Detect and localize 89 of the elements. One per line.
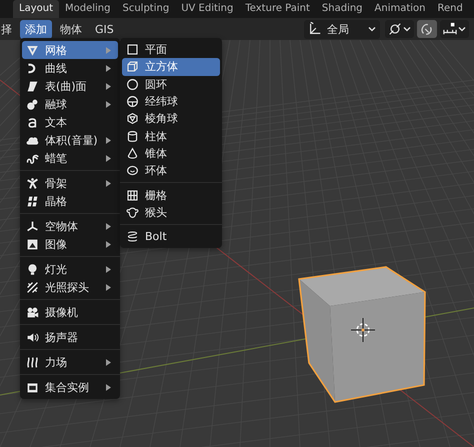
square-icon <box>126 43 139 56</box>
circle-icon <box>126 78 139 91</box>
submenu-arrow-icon <box>106 136 111 144</box>
menu-item[interactable]: 文本 <box>22 113 118 131</box>
menu-item[interactable]: 柱体 <box>122 127 220 145</box>
submenu-arrow-icon <box>106 82 111 90</box>
menu-item[interactable]: 晶格 <box>22 192 118 210</box>
caret-icon <box>458 25 466 33</box>
workspace-tab[interactable]: Rend <box>432 0 469 18</box>
submenu-arrow-icon <box>106 284 111 290</box>
menu-item[interactable]: 经纬球 <box>122 92 220 110</box>
workspace-tab[interactable]: Texture Paint <box>239 0 316 18</box>
axes-icon <box>308 22 322 36</box>
header-menu[interactable]: GIS <box>90 20 119 38</box>
submenu-arrow-icon <box>106 154 111 162</box>
submenu-arrow-icon <box>106 100 111 108</box>
menu-item[interactable]: 锥体 <box>122 144 220 162</box>
text-icon <box>26 116 39 128</box>
cursor-icon <box>350 318 376 342</box>
menu-item[interactable]: 摄像机 <box>22 303 118 321</box>
box-icon <box>26 380 39 394</box>
header-menu[interactable]: 择 <box>0 20 17 38</box>
menu-item[interactable]: 空物体 <box>22 217 118 235</box>
speaker-icon <box>26 330 39 344</box>
header-menu[interactable]: 物体 <box>55 20 87 38</box>
menu-item[interactable]: 融球 <box>22 95 118 113</box>
submenu-arrow-icon <box>106 64 111 72</box>
submenu-arrow-icon <box>106 266 111 272</box>
menu-item[interactable]: 力场 <box>22 353 118 371</box>
surface-icon <box>26 80 39 92</box>
workspace-tab[interactable]: Layout <box>13 0 59 18</box>
menu-item[interactable]: Bolt <box>122 228 220 246</box>
triangle-icon <box>26 44 39 56</box>
stripes-icon <box>26 280 39 294</box>
bulb-icon <box>26 262 39 276</box>
submenu-arrow-icon <box>106 46 111 54</box>
header-menu[interactable]: 添加 <box>20 20 52 38</box>
head-icon <box>126 206 139 219</box>
workspace-tab[interactable]: UV Editing <box>175 0 240 18</box>
menu-item[interactable]: 体积(音量) <box>22 131 118 149</box>
cube-icon <box>126 60 139 74</box>
workspace-tab[interactable]: Shading <box>316 0 369 18</box>
pivot-button[interactable] <box>385 20 414 38</box>
menu-item[interactable]: 立方体 <box>122 58 220 76</box>
cone-icon <box>126 146 139 160</box>
workspace-tab[interactable]: Animation <box>368 0 432 18</box>
menu-item[interactable]: 圆环 <box>122 76 220 93</box>
menu-item[interactable]: 棱角球 <box>122 110 220 128</box>
menu-item[interactable]: 栅格 <box>122 186 220 204</box>
submenu-arrow-icon <box>106 222 111 230</box>
grid-icon <box>126 188 139 202</box>
menu-item[interactable]: 蜡笔 <box>22 149 118 167</box>
menu-item[interactable]: 环体 <box>122 162 220 180</box>
menu-item[interactable]: 猴头 <box>122 204 220 221</box>
submenu-arrow-icon <box>106 240 111 248</box>
menu-item[interactable]: 网格 <box>22 41 118 59</box>
lattice-icon <box>26 194 39 208</box>
menu-item[interactable]: 表(曲)面 <box>22 77 118 95</box>
menu-item[interactable]: 集合实例 <box>22 378 118 396</box>
cylinder-icon <box>126 130 139 143</box>
blob-icon <box>26 98 39 110</box>
polyhedron-icon <box>126 112 139 126</box>
caret-icon <box>368 25 376 33</box>
menu-item[interactable]: 扬声器 <box>22 328 118 346</box>
torus-icon <box>126 164 139 178</box>
submenu-arrow-icon <box>106 180 111 186</box>
wave-icon <box>26 356 39 368</box>
workspace-tab[interactable]: Modeling <box>59 0 116 18</box>
image-icon <box>26 238 39 250</box>
axes-icon <box>26 220 39 232</box>
orientation-dropdown[interactable]: 全局 <box>304 20 380 38</box>
squiggle-icon <box>26 152 39 164</box>
snap-toggle[interactable] <box>417 20 437 38</box>
submenu-arrow-icon <box>106 358 111 366</box>
camera-icon <box>26 306 39 318</box>
caret-icon <box>403 25 411 33</box>
menu-item[interactable]: 灯光 <box>22 260 118 278</box>
workspace-tab[interactable]: Sculpting <box>116 0 176 18</box>
submenu-arrow-icon <box>106 384 111 390</box>
menu-item[interactable]: 光照探头 <box>22 278 118 296</box>
proportional-button[interactable] <box>440 20 469 38</box>
armature-icon <box>26 176 39 190</box>
spring-icon <box>126 230 139 244</box>
menu-item[interactable]: 骨架 <box>22 174 118 192</box>
menu-item[interactable]: 图像 <box>22 235 118 253</box>
sphere-icon <box>126 95 139 108</box>
menu-item[interactable]: 曲线 <box>22 59 118 77</box>
proportional-icon <box>443 22 457 36</box>
menu-item[interactable]: 平面 <box>122 41 220 58</box>
